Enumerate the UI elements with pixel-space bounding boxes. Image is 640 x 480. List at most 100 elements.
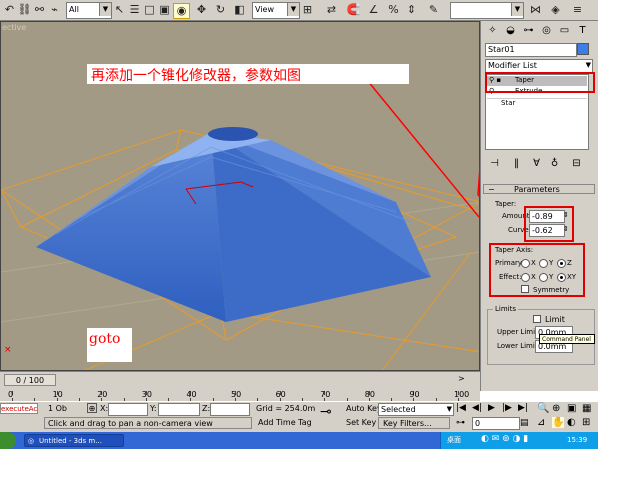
- lower-limit-label: Lower Limit:: [497, 342, 540, 350]
- select-by-name-icon[interactable]: ☰: [127, 3, 142, 17]
- move-icon[interactable]: ✥: [194, 3, 209, 17]
- modifier-list-dropdown[interactable]: Modifier List ▼: [485, 59, 593, 73]
- layer-icon[interactable]: ≡: [570, 3, 585, 17]
- reference-coord-dropdown[interactable]: View ▼: [252, 2, 300, 19]
- pin-stack-icon[interactable]: ⊣: [487, 157, 502, 171]
- align-icon[interactable]: ◈: [548, 3, 563, 17]
- start-button[interactable]: [0, 432, 16, 449]
- selection-count: 1 Ob: [48, 404, 68, 413]
- motion-tab-icon[interactable]: ◎: [539, 24, 554, 38]
- tapered-star-object[interactable]: [36, 127, 431, 322]
- system-tray: 桌面 ◐ ✉ ⊚ ◑ ▮ 15:39: [440, 432, 598, 449]
- track-bar-label: 70: [320, 390, 331, 399]
- pan-icon[interactable]: ✋: [552, 417, 565, 428]
- time-slider[interactable]: 0 / 100 >: [0, 371, 480, 391]
- angle-snap-icon[interactable]: ∠: [366, 3, 381, 17]
- desktop-toolbar-label[interactable]: 桌面: [447, 435, 461, 445]
- annotation-text: 再添加一个锥化修改器，参数如图: [91, 68, 301, 84]
- make-unique-icon[interactable]: ∀: [529, 157, 544, 171]
- object-color-swatch[interactable]: [577, 43, 589, 55]
- bind-icon[interactable]: ⌁: [47, 3, 62, 17]
- pivot-icon[interactable]: ⊞: [300, 3, 315, 17]
- field-of-view-icon[interactable]: ⊿: [537, 417, 545, 428]
- viewport-label: ective: [2, 23, 27, 32]
- tooltip: Command Panel: [539, 334, 595, 344]
- add-time-tag[interactable]: Add Time Tag: [256, 417, 316, 429]
- x-coord-field[interactable]: [108, 403, 148, 416]
- prompt-line: Click and drag to pan a non-camera view: [44, 417, 252, 429]
- tray-icons[interactable]: ◐ ✉ ⊚ ◑ ▮: [481, 434, 528, 444]
- modify-tab-icon[interactable]: ◒: [503, 24, 518, 38]
- limit-effect-checkbox[interactable]: [533, 315, 541, 323]
- unlink-icon[interactable]: ⚯: [32, 3, 47, 17]
- 3dsmax-app-icon: ◎: [28, 437, 35, 445]
- track-bar-label: 20: [97, 390, 108, 399]
- time-slider-thumb[interactable]: 0 / 100: [4, 374, 56, 386]
- mirror-tool-icon[interactable]: ⋈: [528, 3, 543, 17]
- set-key-button[interactable]: Set Key: [346, 418, 376, 427]
- display-tab-icon[interactable]: ▭: [557, 24, 572, 38]
- rotate-icon[interactable]: ↻: [213, 3, 228, 17]
- zoom-extents-icon[interactable]: ▣: [567, 403, 576, 414]
- track-bar-label: 90: [409, 390, 420, 399]
- remove-modifier-icon[interactable]: ♁: [547, 157, 562, 171]
- show-end-result-icon[interactable]: ‖: [509, 157, 524, 171]
- selection-filter-dropdown[interactable]: All ▼: [66, 2, 112, 19]
- create-tab-icon[interactable]: ✧: [485, 24, 500, 38]
- scale-icon[interactable]: ◧: [232, 3, 247, 17]
- goto-end-icon[interactable]: ▶|: [518, 403, 528, 413]
- select-icon[interactable]: ↖: [112, 3, 127, 17]
- named-selection-dropdown[interactable]: ▼: [450, 2, 524, 19]
- hierarchy-tab-icon[interactable]: ⊶: [521, 24, 536, 38]
- key-mode-toggle-icon[interactable]: ⊶: [456, 418, 465, 428]
- auto-key-button[interactable]: Auto Key: [346, 404, 382, 413]
- arc-rotate-icon[interactable]: ◐: [567, 417, 576, 428]
- track-bar-label: 40: [186, 390, 197, 399]
- maximize-viewport-icon[interactable]: ⊞: [582, 417, 590, 428]
- zoom-extents-all-icon[interactable]: ▦: [582, 403, 591, 414]
- undo-icon[interactable]: ↶: [2, 3, 17, 17]
- track-bar-label: 10: [52, 390, 63, 399]
- stack-item-star[interactable]: Star: [487, 98, 587, 108]
- z-coord-field[interactable]: [210, 403, 250, 416]
- current-frame-field[interactable]: 0: [472, 417, 520, 430]
- lock-selection-icon[interactable]: ⊕: [87, 403, 97, 413]
- track-bar-label: 100: [454, 390, 470, 399]
- configure-sets-icon[interactable]: ⊟: [569, 157, 584, 171]
- limits-label: Limits: [493, 305, 518, 313]
- upper-limit-label: Upper Limit:: [497, 328, 541, 336]
- annotation-box: 再添加一个锥化修改器，参数如图: [87, 64, 409, 84]
- utilities-tab-icon[interactable]: T: [575, 24, 590, 38]
- key-filters-button[interactable]: Key Filters...: [378, 417, 450, 429]
- time-slider-next-icon[interactable]: >: [458, 374, 465, 383]
- select-move-icon[interactable]: ◉: [173, 3, 190, 19]
- key-mode-dropdown[interactable]: Selected ▼: [378, 403, 454, 416]
- taskbar-3dsmax-button[interactable]: ◎ Untitled - 3ds m...: [24, 434, 124, 447]
- track-bar[interactable]: 0 10 20 30 40 50 60 70 80 90 100: [0, 390, 480, 401]
- window-crossing-icon[interactable]: ▣: [157, 3, 172, 17]
- next-frame-icon[interactable]: |▶: [502, 403, 512, 413]
- select-region-icon[interactable]: □: [142, 3, 157, 17]
- z-label: Z:: [202, 404, 211, 413]
- percent-snap-icon[interactable]: %: [386, 3, 401, 17]
- spinner-snap-icon[interactable]: ⇕: [404, 3, 419, 17]
- goto-start-icon[interactable]: |◀: [456, 403, 466, 413]
- zoom-icon[interactable]: 🔍: [537, 403, 549, 414]
- snap-icon[interactable]: 🧲: [346, 3, 361, 17]
- key-icon[interactable]: ⊸: [320, 404, 332, 420]
- object-name-field[interactable]: Star01: [485, 43, 577, 57]
- named-selection-icon[interactable]: ✎: [426, 3, 441, 17]
- y-coord-field[interactable]: [158, 403, 200, 416]
- parameters-rollout-header[interactable]: − Parameters: [483, 184, 595, 194]
- link-icon[interactable]: ⛓: [17, 3, 32, 17]
- maxscript-listener[interactable]: executeAc: [0, 403, 38, 414]
- goto-text: goto: [89, 331, 121, 347]
- highlight-taper: [485, 72, 595, 93]
- perspective-viewport[interactable]: × ective 再添加一个锥化修改器，参数如图 goto: [0, 21, 480, 371]
- time-config-icon[interactable]: ▤: [520, 418, 529, 428]
- zoom-all-icon[interactable]: ⊕: [552, 403, 560, 414]
- prev-frame-icon[interactable]: ◀|: [472, 403, 482, 413]
- mirror-icon[interactable]: ⇄: [324, 3, 339, 17]
- track-bar-label: 80: [364, 390, 375, 399]
- play-icon[interactable]: ▶: [488, 403, 495, 413]
